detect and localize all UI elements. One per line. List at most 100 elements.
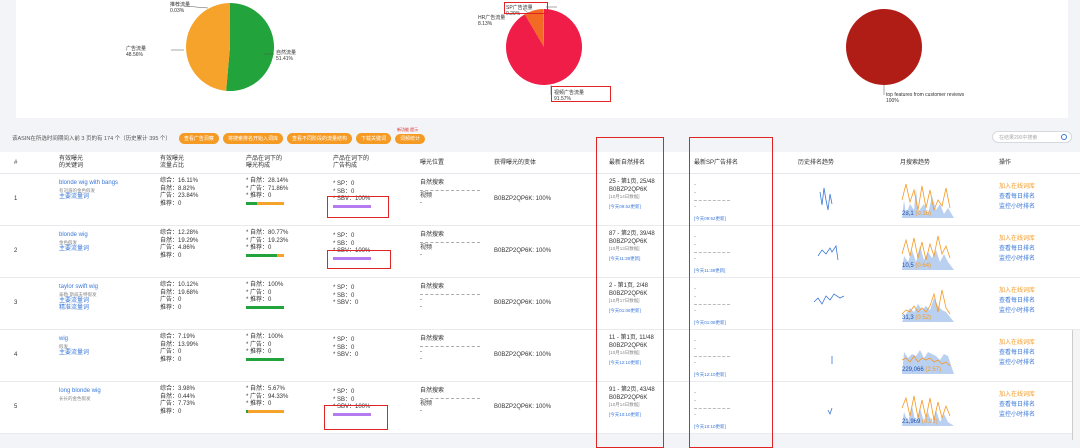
composition-bar-natural xyxy=(246,201,257,205)
composition-cell: * 自然：100% * 广告：0 * 推荐：0 xyxy=(246,334,284,361)
position-cell: 自然搜索 视频 - xyxy=(420,180,480,208)
composition-value: * 推荐：0 xyxy=(246,245,272,251)
add-wordbank-link[interactable]: 加入在线词库 xyxy=(999,390,1035,400)
divider xyxy=(420,293,480,295)
word-frequency-wrap: 新功能 提示 词频统计 xyxy=(394,127,425,144)
pie1-label-recommend: 推荐流量 0.03% xyxy=(170,2,191,14)
divider xyxy=(420,189,480,191)
keyword-tag[interactable]: 精准流量词 xyxy=(59,305,98,313)
table-row: 3 taylor swift wig 泰勒·斯威夫特假发 主要流量词 精准流量词 … xyxy=(0,278,1080,330)
share-value: 广告：23.84% xyxy=(160,193,199,199)
share-value: 综合：12.28% xyxy=(160,230,199,236)
add-wordbank-link[interactable]: 加入在线词库 xyxy=(999,286,1035,296)
monthly-value: 21,969 (0.92) xyxy=(902,418,938,425)
keyword-translation: 长长的金色假发 xyxy=(59,395,91,401)
traffic-structure-button[interactable]: 查看不同阶段的流量结构 xyxy=(286,132,352,144)
add-wordbank-link[interactable]: 加入在线词库 xyxy=(999,338,1035,348)
highlight-box xyxy=(504,2,548,14)
share-cell: 综合：12.28% 自然：19.29% 广告：4.86% 推荐：0 xyxy=(160,230,198,260)
col-keyword[interactable]: 有效曝光 的关键词 xyxy=(59,156,83,170)
share-value: 综合：7.19% xyxy=(160,334,196,340)
ad-insight-button[interactable]: 查看广告洞察 xyxy=(178,132,219,144)
position-cell: 自然搜索 - - xyxy=(420,336,480,364)
position-value: 自然搜索 xyxy=(420,388,445,394)
col-monthly[interactable]: 月搜索趋势 xyxy=(900,160,930,167)
composition-bar xyxy=(246,305,284,309)
keyword-link[interactable]: wig xyxy=(59,336,89,344)
share-value: 自然：19.29% xyxy=(160,237,199,244)
daily-rank-link[interactable]: 查看每日排名 xyxy=(999,192,1035,202)
add-to-wordbank-button[interactable]: 将搜索排名开始入词库 xyxy=(222,132,283,144)
composition-value: * 推荐：0 xyxy=(246,401,272,407)
composition-value: * 自然：80.77% xyxy=(246,230,289,236)
pie-slice[interactable] xyxy=(506,9,582,86)
ad-composition-value: * SBV：0 xyxy=(333,352,359,358)
col-composition: 产品在词下的 曝光构成 xyxy=(246,156,283,169)
hourly-rank-link[interactable]: 监控小时排名 xyxy=(999,358,1035,368)
pie-slice[interactable] xyxy=(185,3,230,91)
pie-slice[interactable] xyxy=(226,3,274,92)
daily-rank-link[interactable]: 查看每日排名 xyxy=(999,348,1035,358)
history-sparkline[interactable] xyxy=(798,284,858,324)
history-line xyxy=(813,293,845,305)
keyword-link[interactable]: blonde wig with bangs xyxy=(59,180,118,188)
monthly-trend-chart[interactable]: 21,969 (0.92) xyxy=(900,388,956,426)
keyword-tag[interactable]: 主要流量词 xyxy=(59,350,89,358)
history-sparkline[interactable] xyxy=(798,336,858,376)
search-input[interactable]: 在结果200中搜索 xyxy=(992,131,1072,143)
composition-value: * 自然：28.14% xyxy=(246,178,289,184)
keyword-link[interactable]: blonde wig xyxy=(59,232,89,240)
share-value: 综合：16.11% xyxy=(160,178,198,184)
divider xyxy=(420,397,480,399)
search-icon[interactable] xyxy=(1061,134,1067,140)
keyword-tag[interactable]: 主要流量词 xyxy=(59,246,89,254)
keyword-tag[interactable]: 主要流量词 xyxy=(59,298,98,306)
monthly-trend-chart[interactable]: 28,1 (0.16) xyxy=(900,180,956,218)
traffic-pie-panel: 推荐流量 0.03% 广告流量 48.56% 自然流量 51.41% SP广告流量 0.… xyxy=(16,0,1068,118)
monthly-trend-chart[interactable]: 31,3 (0.52) xyxy=(900,284,956,322)
share-value: 广告：0 xyxy=(160,297,182,303)
composition-cell: * 自然：100% * 广告：0 * 推荐：0 xyxy=(246,282,284,309)
keyword-cell: blonde wig with bangs 有刘海的金色假发 主要流量词 xyxy=(59,180,118,201)
history-sparkline[interactable] xyxy=(798,180,858,220)
share-cell: 综合：10.12% 自然：19.68% 广告：0 推荐：0 xyxy=(160,282,198,312)
col-position: 曝光位置 xyxy=(420,160,445,166)
monthly-trend-chart[interactable]: 229,066 (2.57) xyxy=(900,336,956,374)
download-keywords-button[interactable]: 下载关键词 xyxy=(355,132,391,144)
daily-rank-link[interactable]: 查看每日排名 xyxy=(999,296,1035,306)
ad-composition-value: * SBV：0 xyxy=(333,300,359,306)
col-ad-composition: 产品在词下的 广告构成 xyxy=(333,156,370,169)
composition-bar xyxy=(246,409,284,413)
history-sparkline[interactable] xyxy=(798,232,858,272)
table-row: 5 long blonde wig 长长的金色假发 综合：3.98% 自然：0.4… xyxy=(0,382,1080,434)
monthly-value: 10,5 (0.64) xyxy=(902,262,932,269)
col-idx: # xyxy=(14,160,18,166)
monthly-trend-chart[interactable]: 10,5 (0.64) xyxy=(900,232,956,270)
pie1-label-ad: 广告流量 48.56% xyxy=(126,46,147,58)
word-frequency-button[interactable]: 词频统计 xyxy=(394,133,425,144)
daily-rank-link[interactable]: 查看每日排名 xyxy=(999,244,1035,254)
history-line xyxy=(817,244,839,261)
position-value: 自然搜索 xyxy=(420,180,445,186)
position-value: - xyxy=(420,200,422,206)
keyword-link[interactable]: taylor swift wig xyxy=(59,284,98,292)
position-value: - xyxy=(420,252,422,258)
col-share[interactable]: 有效曝光 流量占比 xyxy=(160,156,184,170)
hourly-rank-link[interactable]: 监控小时排名 xyxy=(999,410,1035,420)
position-value: 视频 xyxy=(420,244,433,251)
keyword-tag[interactable]: 主要流量词 xyxy=(59,194,118,202)
position-cell: 自然搜索 视频 - xyxy=(420,232,480,260)
hourly-rank-link[interactable]: 监控小时排名 xyxy=(999,306,1035,316)
pie-slice[interactable] xyxy=(846,9,922,85)
side-tab[interactable] xyxy=(1072,330,1080,440)
daily-rank-link[interactable]: 查看每日排名 xyxy=(999,400,1035,410)
add-wordbank-link[interactable]: 加入在线词库 xyxy=(999,182,1035,192)
position-cell: 自然搜索 - - xyxy=(420,284,480,312)
add-wordbank-link[interactable]: 加入在线词库 xyxy=(999,234,1035,244)
history-sparkline[interactable] xyxy=(798,388,858,428)
hourly-rank-link[interactable]: 监控小时排名 xyxy=(999,254,1035,264)
keyword-link[interactable]: long blonde wig xyxy=(59,388,101,396)
hourly-rank-link[interactable]: 监控小时排名 xyxy=(999,202,1035,212)
keyword-cell: long blonde wig 长长的金色假发 xyxy=(59,388,101,402)
share-value: 广告：4.86% xyxy=(160,245,196,251)
